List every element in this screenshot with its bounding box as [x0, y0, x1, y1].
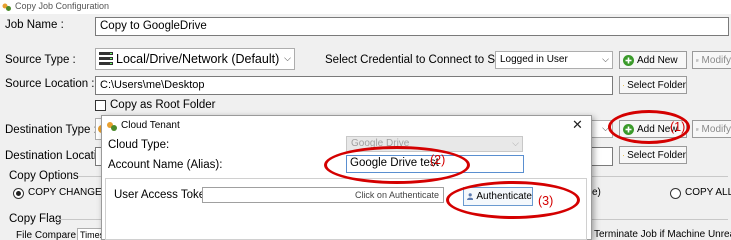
cloud-tenant-icon [107, 122, 117, 131]
window-title: Copy Job Configuration [15, 1, 110, 11]
cloud-type-select[interactable]: Google Drive ⌵ [346, 136, 523, 152]
cloud-type-value: Google Drive [351, 138, 410, 149]
chevron-down-icon: ⌵ [602, 122, 609, 133]
annotation-step-1: (1) [670, 120, 686, 134]
select-destination-folder-button[interactable]: Select Folder [619, 146, 687, 164]
cloud-type-label: Cloud Type: [108, 139, 170, 151]
edit-icon [696, 127, 699, 131]
cloud-tenant-dialog: Cloud Tenant ✕ Cloud Type: Google Drive … [101, 115, 592, 240]
token-panel: User Access Token: Click on Authenticate… [105, 178, 587, 240]
chevron-down-icon: ⌵ [512, 137, 519, 148]
credential-select[interactable]: Logged in User ⌵ [495, 51, 613, 69]
annotation-step-3: (3) [538, 194, 554, 208]
modify-label: Modify [701, 54, 731, 66]
edit-icon [696, 58, 699, 62]
user-token-placeholder: Click on Authenticate [354, 190, 439, 200]
copy-root-label: Copy as Root Folder [110, 99, 216, 111]
destination-location-input-tail[interactable] [590, 147, 613, 166]
source-type-select[interactable]: Local/Drive/Network (Default) ⌵ [95, 48, 295, 70]
plus-icon [623, 123, 634, 135]
user-token-label: User Access Token: [114, 189, 215, 201]
source-location-input[interactable]: C:\Users\me\Desktop [95, 76, 613, 95]
plus-icon [623, 54, 634, 66]
source-type-label: Source Type : [5, 54, 76, 66]
file-compare-label: File Compare : [16, 230, 82, 240]
modify-credential-button[interactable]: Modify [692, 51, 731, 69]
partial-label-fragment: e) [592, 187, 601, 198]
source-location-label: Source Location : [5, 78, 95, 90]
copy-job-icon [2, 3, 11, 11]
copy-options-label: Copy Options [9, 170, 79, 182]
authenticate-button[interactable]: Authenticate [463, 187, 533, 206]
add-credential-button[interactable]: Add New [619, 51, 687, 69]
chevron-down-icon: ⌵ [602, 53, 609, 64]
copy-changes-radio[interactable] [13, 188, 24, 199]
select-source-folder-button[interactable]: Select Folder [619, 76, 687, 94]
window-title-bar: Copy Job Configuration [0, 0, 731, 14]
drive-icon [99, 52, 113, 65]
file-compare-value: Timest [80, 230, 102, 240]
destination-select-tail[interactable]: ⌵ [590, 120, 613, 138]
folder-icon [623, 84, 625, 86]
add-new-label: Add New [637, 54, 678, 66]
authenticate-label: Authenticate [476, 191, 532, 202]
job-name-input[interactable]: Copy to GoogleDrive [95, 17, 729, 36]
user-icon [467, 193, 474, 201]
chevron-down-icon: ⌵ [284, 52, 291, 63]
select-folder-label: Select Folder [627, 79, 686, 91]
folder-icon [623, 154, 625, 156]
copy-all-label: COPY ALL [685, 187, 731, 198]
modify-label: Modify [701, 123, 731, 135]
source-type-value: Local/Drive/Network (Default) [116, 52, 280, 66]
account-name-label: Account Name (Alias): [108, 159, 223, 171]
close-icon[interactable]: ✕ [572, 117, 583, 133]
terminate-label: Terminate Job if Machine Unreachal [594, 229, 731, 240]
annotation-step-2: (2) [430, 153, 446, 167]
job-name-label: Job Name : [5, 19, 64, 31]
user-token-input[interactable]: Click on Authenticate [202, 187, 444, 203]
file-compare-select[interactable]: Timest [77, 228, 103, 240]
copy-all-radio[interactable] [670, 188, 681, 199]
destination-type-label: Destination Type : [5, 124, 97, 136]
modify-destination-button[interactable]: Modify [692, 120, 731, 138]
select-folder-label: Select Folder [627, 149, 686, 161]
dialog-title: Cloud Tenant [121, 120, 180, 131]
credential-value: Logged in User [500, 54, 568, 65]
copy-root-checkbox[interactable] [95, 100, 106, 111]
